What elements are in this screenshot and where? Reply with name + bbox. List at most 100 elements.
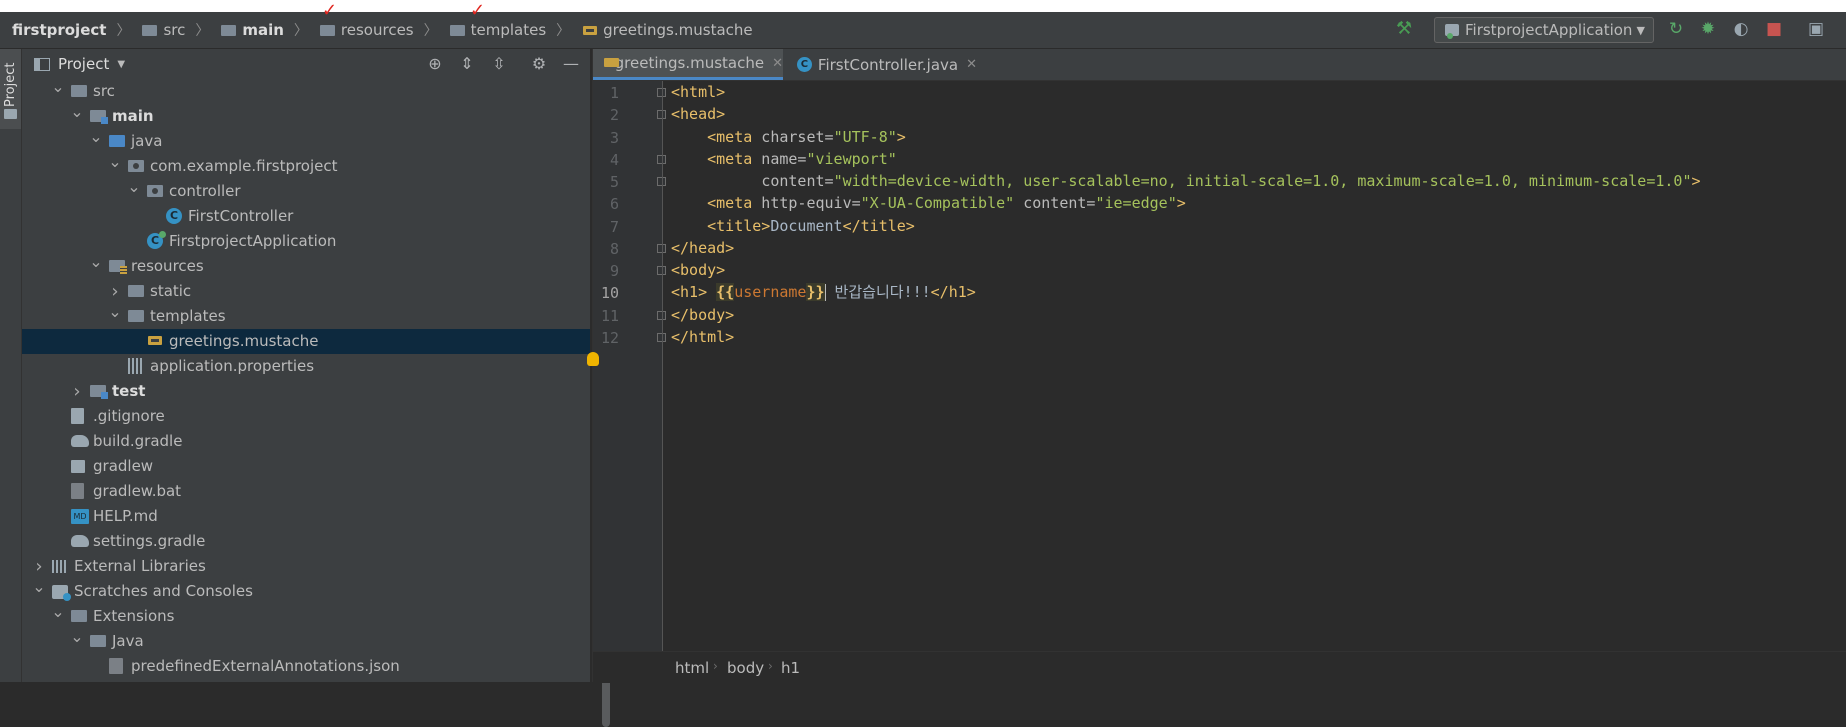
breadcrumb-greetings-mustache[interactable]: greetings.mustache bbox=[570, 21, 753, 39]
red-check-annotation: ✓ bbox=[470, 0, 486, 21]
tree-item-greetings-mustache[interactable]: greetings.mustache bbox=[22, 329, 590, 354]
line-number: 4 bbox=[609, 151, 619, 169]
coverage-icon[interactable]: ◐ bbox=[1731, 19, 1751, 39]
tree-item-help-md[interactable]: MD HELP.md bbox=[22, 504, 590, 529]
chevron-down-icon[interactable]: ▼ bbox=[117, 59, 125, 70]
tab-label: greetings.mustache bbox=[614, 54, 765, 72]
rerun-icon[interactable]: ↻ bbox=[1666, 19, 1686, 39]
chevron-right-icon: 〉 bbox=[293, 23, 308, 39]
chevron-down-icon[interactable]: ⌄ bbox=[70, 99, 84, 124]
code-line-1[interactable]: <html> bbox=[671, 81, 725, 103]
chevron-down-icon[interactable]: ⌄ bbox=[89, 124, 103, 149]
tree-item-label: build.gradle bbox=[93, 432, 183, 450]
tab-firstcontroller-java[interactable]: C FirstController.java ✕ bbox=[787, 49, 977, 80]
chevron-down-icon[interactable]: ⌄ bbox=[108, 299, 122, 324]
editor-breadcrumb-body[interactable]: body bbox=[727, 659, 764, 677]
project-panel: Project ▼ ⊕ ⇕ ⇳ ⚙ — ⌄ src ⌄ main ⌄ java ⌄ com.e… bbox=[22, 49, 610, 727]
locate-target-icon[interactable]: ⊕ bbox=[426, 55, 444, 73]
tree-item-label: predefinedExternalAnnotations.json bbox=[131, 657, 400, 675]
tree-item-resources[interactable]: ⌄ resources bbox=[22, 252, 590, 279]
editor-area: greetings.mustache ✕ C FirstController.j… bbox=[587, 49, 1846, 683]
breadcrumb-src[interactable]: src 〉 bbox=[130, 20, 209, 40]
tree-item-external-libraries[interactable]: › External Libraries bbox=[22, 554, 590, 579]
collapse-all-icon[interactable]: ⇳ bbox=[490, 55, 508, 73]
tree-item-gradlew[interactable]: gradlew bbox=[22, 454, 590, 479]
build-hammer-icon[interactable]: ⚒ bbox=[1396, 18, 1418, 40]
chevron-down-icon[interactable]: ⌄ bbox=[70, 624, 84, 649]
stop-icon[interactable]: ■ bbox=[1764, 19, 1784, 39]
tree-item-predefinedexternalannotations-json[interactable]: predefinedExternalAnnotations.json bbox=[22, 654, 590, 679]
code-line-6[interactable]: <meta http-equiv="X-UA-Compatible" conte… bbox=[671, 192, 1186, 214]
breadcrumb-resources[interactable]: resources 〉 bbox=[308, 20, 438, 40]
code-line-2[interactable]: <head> bbox=[671, 103, 725, 125]
breadcrumb-main[interactable]: main 〉 bbox=[209, 20, 308, 40]
breadcrumb-templates[interactable]: templates 〉 bbox=[438, 20, 570, 40]
java-class-icon: C bbox=[797, 57, 812, 72]
tree-item-label: Scratches and Consoles bbox=[74, 582, 253, 600]
chevron-down-icon[interactable]: ⌄ bbox=[108, 149, 122, 174]
code-line-5[interactable]: content="width=device-width, user-scalab… bbox=[671, 170, 1700, 192]
code-line-11[interactable]: </body> bbox=[671, 304, 734, 326]
tree-item-firstprojectapplication[interactable]: C FirstprojectApplication bbox=[22, 229, 590, 254]
code-line-4[interactable]: <meta name="viewport" bbox=[671, 148, 897, 170]
code-line-10[interactable]: <h1> {{username}} 반갑습니다!!!</h1> bbox=[671, 281, 976, 303]
mustache-brace: {{ bbox=[716, 283, 735, 301]
tree-item-gradlew-bat[interactable]: gradlew.bat bbox=[22, 479, 590, 504]
scratches-icon bbox=[52, 585, 71, 601]
close-icon[interactable]: ✕ bbox=[966, 57, 977, 72]
code-line-8[interactable]: </head> bbox=[671, 237, 734, 259]
editor-tabs: greetings.mustache ✕ C FirstController.j… bbox=[593, 49, 1846, 81]
tree-item-templates[interactable]: ⌄ templates bbox=[22, 302, 590, 329]
code-line-12[interactable]: </html> bbox=[671, 326, 734, 348]
code-string: "UTF-8" bbox=[833, 128, 897, 146]
tree-item-test[interactable]: › test bbox=[22, 379, 590, 404]
run-configuration-select[interactable]: FirstprojectApplication ▼ bbox=[1434, 17, 1654, 43]
tree-item-java[interactable]: ⌄ Java bbox=[22, 627, 590, 654]
tree-item-com-example-firstproject[interactable]: ⌄ com.example.firstproject bbox=[22, 152, 590, 179]
chevron-down-icon[interactable]: ⌄ bbox=[89, 249, 103, 274]
editor-breadcrumb-html[interactable]: html bbox=[675, 659, 709, 677]
expand-all-icon[interactable]: ⇕ bbox=[458, 55, 476, 73]
tree-item-label: static bbox=[150, 282, 192, 300]
chevron-down-icon: ▼ bbox=[1636, 23, 1645, 37]
tree-item-scratches-and-consoles[interactable]: ⌄ Scratches and Consoles bbox=[22, 577, 590, 604]
hide-minus-icon[interactable]: — bbox=[562, 55, 580, 73]
breadcrumb-firstproject[interactable]: firstproject 〉 bbox=[0, 20, 130, 40]
source-folder-icon bbox=[109, 135, 125, 147]
tab-greetings-mustache[interactable]: greetings.mustache ✕ bbox=[593, 49, 783, 80]
tree-item-label: gradlew.bat bbox=[93, 482, 182, 500]
tree-item-src[interactable]: ⌄ src bbox=[22, 77, 590, 104]
chevron-down-icon[interactable]: ⌄ bbox=[51, 599, 65, 624]
gear-icon[interactable]: ⚙ bbox=[530, 55, 548, 73]
tree-item-extensions[interactable]: ⌄ Extensions bbox=[22, 602, 590, 629]
chevron-down-icon[interactable]: ⌄ bbox=[32, 574, 46, 599]
tree-item-application-properties[interactable]: application.properties bbox=[22, 354, 590, 379]
code-line-9[interactable]: <body> bbox=[671, 259, 725, 281]
lightbulb-icon[interactable] bbox=[587, 352, 599, 366]
chevron-down-icon[interactable]: ⌄ bbox=[51, 74, 65, 99]
chevron-right-icon[interactable]: › bbox=[70, 379, 84, 404]
code-attr: http-equiv= bbox=[752, 194, 861, 212]
tree-item-main[interactable]: ⌄ main bbox=[22, 102, 590, 129]
library-icon bbox=[52, 560, 68, 573]
tree-item-build-gradle[interactable]: build.gradle bbox=[22, 429, 590, 454]
code-line-7[interactable]: <title>Document</title> bbox=[671, 215, 915, 237]
project-structure-icon[interactable]: ▣ bbox=[1806, 19, 1826, 39]
properties-file-icon bbox=[128, 358, 142, 374]
tree-item-gitignore[interactable]: .gitignore bbox=[22, 404, 590, 429]
tree-item-label: com.example.firstproject bbox=[150, 157, 338, 175]
editor-breadcrumb-h1[interactable]: h1 bbox=[781, 659, 800, 677]
debug-bug-icon[interactable]: ✹ bbox=[1698, 19, 1718, 39]
code-attr: name= bbox=[752, 150, 807, 168]
tree-item-settings-gradle[interactable]: settings.gradle bbox=[22, 529, 590, 554]
line-number: 2 bbox=[609, 106, 619, 124]
project-view-selector[interactable]: Project bbox=[58, 55, 109, 73]
chevron-down-icon[interactable]: ⌄ bbox=[127, 174, 141, 199]
close-icon[interactable]: ✕ bbox=[772, 56, 783, 71]
tree-item-controller[interactable]: ⌄ controller bbox=[22, 177, 590, 204]
code-line-3[interactable]: <meta charset="UTF-8"> bbox=[671, 126, 906, 148]
resources-folder-icon bbox=[109, 260, 127, 274]
tree-item-label: External Libraries bbox=[74, 557, 206, 575]
tree-item-firstcontroller[interactable]: C FirstController bbox=[22, 204, 590, 229]
